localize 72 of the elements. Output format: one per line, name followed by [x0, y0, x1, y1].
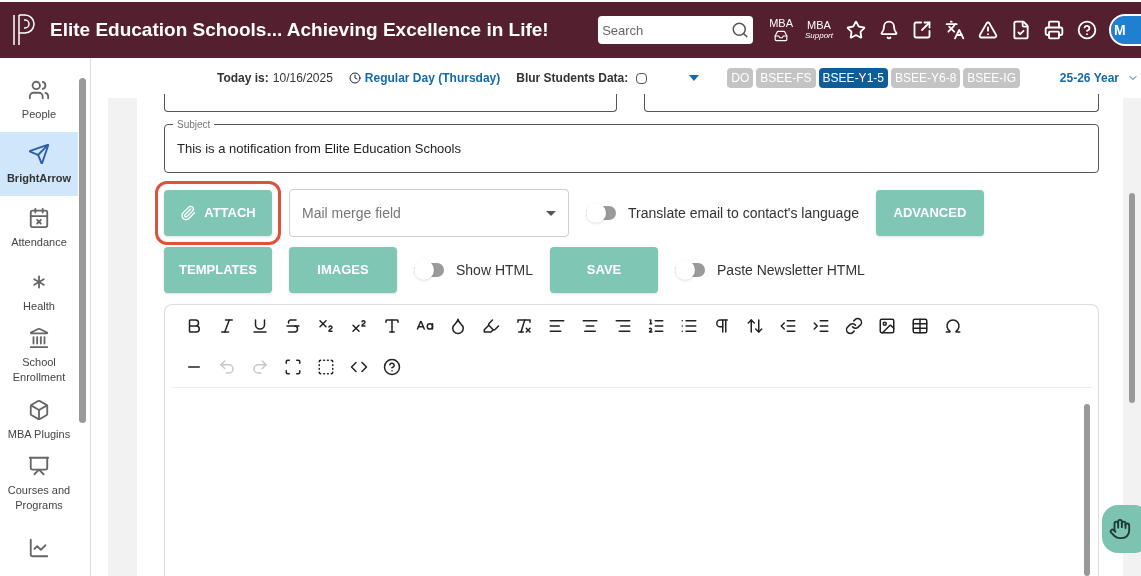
sidebar-item[interactable]: School Enrollment	[0, 324, 78, 388]
sidebar-scrollbar[interactable]	[79, 78, 86, 423]
input-field[interactable]	[164, 94, 617, 112]
toggle-label: Translate email to contact's language	[628, 203, 859, 223]
link-icon[interactable]	[845, 316, 863, 335]
mba-support-button[interactable]: MBA Support	[804, 19, 833, 41]
sidebar-item[interactable]: BrightArrow	[0, 132, 78, 196]
line-height-icon[interactable]	[746, 316, 764, 335]
toggle-label: Paste Newsletter HTML	[717, 260, 865, 280]
arrow-icon	[28, 142, 50, 165]
underline-icon[interactable]	[251, 316, 269, 335]
sidebar-item[interactable]: Health	[0, 260, 78, 324]
fullscreen-icon[interactable]	[284, 357, 302, 376]
paragraph-icon[interactable]	[713, 316, 731, 335]
toggle-switch[interactable]	[586, 206, 616, 220]
select-all-icon[interactable]	[317, 357, 335, 376]
paperclip-icon	[180, 205, 197, 221]
star-icon[interactable]	[846, 20, 866, 40]
editor-scrollbar[interactable]	[1084, 404, 1090, 576]
cube-icon	[28, 398, 50, 421]
checklist-icon[interactable]	[1011, 20, 1031, 40]
sidebar-item[interactable]: Courses and Programs	[0, 452, 78, 516]
school-tab[interactable]: BSEE-Y1-5	[818, 68, 888, 88]
printer-icon[interactable]	[1044, 20, 1064, 40]
blur-checkbox[interactable]	[636, 72, 648, 84]
text-color-icon[interactable]	[449, 316, 467, 335]
sidebar-item[interactable]: Attendance	[0, 196, 78, 260]
clear-format-icon[interactable]	[515, 316, 533, 335]
caret-icon	[546, 210, 556, 216]
clock-icon	[348, 72, 361, 84]
building-icon	[28, 327, 50, 349]
today-date: 10/16/2025	[272, 70, 333, 87]
warning-icon[interactable]	[978, 20, 998, 40]
translate-icon[interactable]	[945, 20, 965, 40]
external-link-icon[interactable]	[912, 20, 932, 40]
table-icon[interactable]	[911, 316, 929, 335]
help-icon[interactable]	[383, 357, 401, 376]
sidebar-item[interactable]: People	[0, 68, 78, 132]
toggle-switch[interactable]	[414, 263, 444, 277]
highlighter-icon[interactable]	[482, 316, 500, 335]
input-field[interactable]	[644, 94, 1099, 112]
app-title: Elite Education Schools... Achieving Excellence in Life!	[50, 17, 549, 42]
people-icon	[28, 78, 50, 101]
blur-label: Blur Students Data:	[516, 70, 629, 87]
bell-icon[interactable]	[879, 20, 899, 40]
omega-icon[interactable]	[944, 316, 962, 335]
calendar-icon	[28, 206, 50, 229]
help-chat-button[interactable]	[1102, 505, 1141, 553]
lectern-icon	[28, 455, 50, 477]
subject-label: Subject	[173, 117, 215, 132]
day-link[interactable]: Regular Day (Thursday)	[364, 69, 501, 87]
strikethrough-icon[interactable]	[284, 316, 302, 335]
chart-icon	[28, 537, 50, 559]
year-selector[interactable]: 25-26 Year	[1059, 69, 1139, 87]
sidebar-item[interactable]: MBA Plugins	[0, 388, 78, 452]
caret-icon[interactable]	[689, 75, 700, 81]
mba-button[interactable]: MBA	[769, 17, 793, 43]
user-avatar[interactable]: M	[1111, 16, 1141, 44]
today-label: Today is:	[217, 70, 269, 87]
mail-merge-select[interactable]: Mail merge field	[289, 189, 569, 237]
font-icon[interactable]	[383, 316, 401, 335]
search-icon	[731, 21, 750, 39]
toggle-label: Show HTML	[456, 260, 534, 280]
waving-hand-icon	[1109, 518, 1131, 540]
page-scrollbar[interactable]	[1129, 193, 1135, 403]
logo-icon	[12, 13, 38, 47]
tray-icon	[774, 29, 789, 43]
search-field[interactable]: Search	[598, 16, 754, 44]
numbered-list-icon[interactable]	[647, 316, 665, 335]
image-icon[interactable]	[878, 316, 896, 335]
italic-icon[interactable]	[218, 316, 236, 335]
toggle-switch[interactable]	[675, 263, 706, 277]
